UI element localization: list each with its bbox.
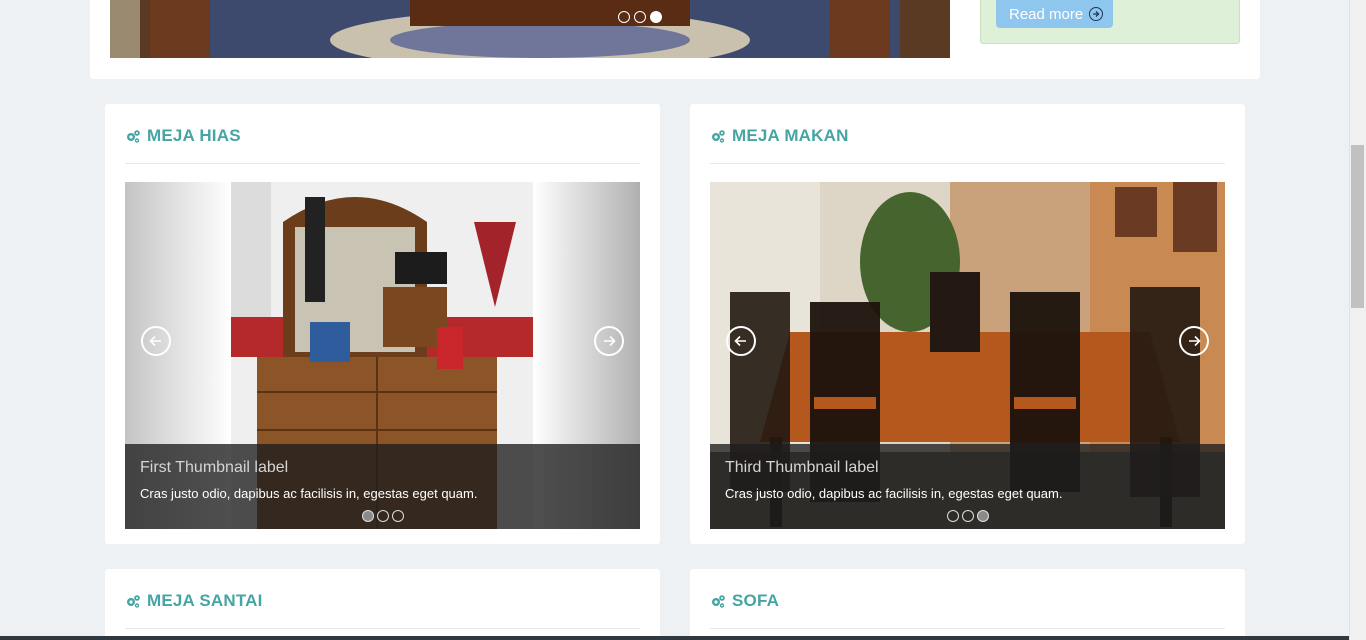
divider <box>710 163 1225 164</box>
caption-title: First Thumbnail label <box>140 459 289 476</box>
product-carousel[interactable]: Third Thumbnail label Cras justo odio, d… <box>710 182 1225 529</box>
carousel-caption: First Thumbnail label Cras justo odio, d… <box>125 444 640 529</box>
arrow-left-icon <box>734 335 746 347</box>
carousel-prev-button[interactable] <box>726 326 756 356</box>
taskbar-edge <box>0 636 1349 640</box>
caption-text: Cras justo odio, dapibus ac facilisis in… <box>725 486 1063 501</box>
caption-text: Cras justo odio, dapibus ac facilisis in… <box>140 486 478 501</box>
product-carousel[interactable]: First Thumbnail label Cras justo odio, d… <box>125 182 640 529</box>
carousel-indicator[interactable] <box>391 510 404 522</box>
carousel-indicator[interactable] <box>376 510 389 522</box>
carousel-caption: Third Thumbnail label Cras justo odio, d… <box>710 444 1225 529</box>
card-title-text: MEJA MAKAN <box>732 126 849 145</box>
read-more-button[interactable]: Read more <box>996 0 1113 28</box>
carousel-indicator[interactable] <box>946 510 959 522</box>
arrow-right-icon <box>1189 335 1201 347</box>
carousel-indicators[interactable] <box>710 510 1225 522</box>
card-title: SOFA <box>710 591 779 611</box>
divider <box>710 628 1225 629</box>
top-slider-image[interactable] <box>110 0 950 58</box>
arrow-left-icon <box>149 335 161 347</box>
category-card-meja-santai: MEJA SANTAI <box>105 569 660 640</box>
category-card-meja-hias: MEJA HIAS First Thumbnail label Cras jus… <box>105 104 660 544</box>
top-slider-photo <box>110 0 950 58</box>
category-card-sofa: SOFA <box>690 569 1245 640</box>
carousel-indicator[interactable] <box>976 510 989 522</box>
top-slider-dot[interactable] <box>618 11 630 23</box>
gears-icon <box>127 595 140 608</box>
carousel-indicator[interactable] <box>961 510 974 522</box>
top-slider-dot[interactable] <box>634 11 646 23</box>
page-scrollbar[interactable] <box>1349 0 1366 640</box>
scrollbar-thumb[interactable] <box>1351 145 1364 308</box>
divider <box>125 628 640 629</box>
card-title-text: MEJA SANTAI <box>147 591 263 610</box>
gears-icon <box>712 595 725 608</box>
carousel-next-button[interactable] <box>594 326 624 356</box>
top-slider-indicators[interactable] <box>618 11 662 23</box>
carousel-indicators[interactable] <box>125 510 640 522</box>
arrow-right-icon <box>604 335 616 347</box>
gears-icon <box>127 130 140 143</box>
card-title-text: SOFA <box>732 591 780 610</box>
card-title: MEJA HIAS <box>125 126 241 146</box>
card-title: MEJA MAKAN <box>710 126 849 146</box>
divider <box>125 163 640 164</box>
arrow-right-circle-icon <box>1089 7 1104 21</box>
category-card-meja-makan: MEJA MAKAN Third Thumbnail label Cras ju… <box>690 104 1245 544</box>
carousel-next-button[interactable] <box>1179 326 1209 356</box>
carousel-indicator[interactable] <box>361 510 374 522</box>
card-title-text: MEJA HIAS <box>147 126 241 145</box>
carousel-prev-button[interactable] <box>141 326 171 356</box>
read-more-label: Read more <box>1009 5 1084 23</box>
top-slider-dot[interactable] <box>650 11 662 23</box>
gears-icon <box>712 130 725 143</box>
card-title: MEJA SANTAI <box>125 591 263 611</box>
caption-title: Third Thumbnail label <box>725 459 879 476</box>
